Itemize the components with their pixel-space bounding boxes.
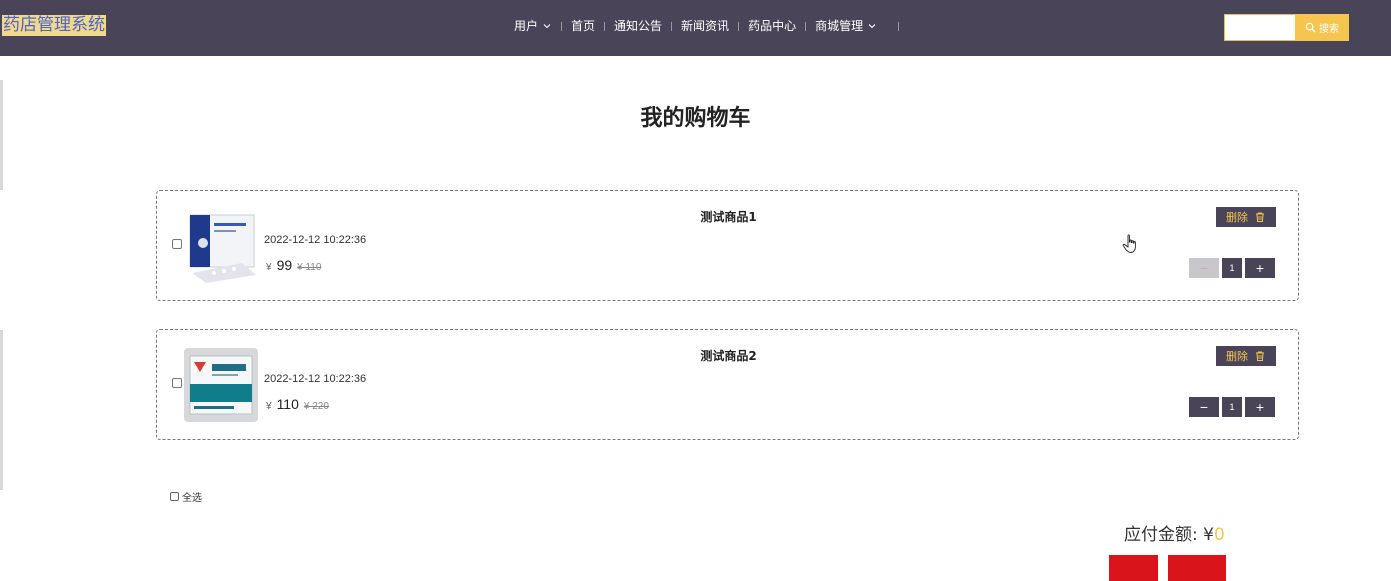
nav-item-medicine[interactable]: 药品中心 [739, 17, 805, 35]
item-old-price: ¥ 220 [303, 401, 329, 412]
item-time: 2022-12-12 10:22:36 [264, 373, 367, 385]
nav-item-label: 新闻资讯 [681, 19, 730, 33]
window-edge [0, 330, 3, 490]
chevron-down-icon [868, 24, 876, 29]
quantity-value: 1 [1222, 258, 1242, 278]
item-time: 2022-12-12 10:22:36 [264, 234, 367, 246]
delete-button[interactable]: 删除 [1216, 346, 1276, 366]
search-button[interactable]: 搜索 [1295, 14, 1349, 41]
item-old-price: ¥ 110 [297, 262, 322, 273]
quantity-stepper: − 1 + [1189, 258, 1275, 278]
nav-divider [898, 21, 900, 31]
item-price-group: ¥ 99 ¥ 110 [266, 257, 321, 273]
total-label: 应付金额: ¥ [1124, 525, 1214, 545]
delete-button[interactable]: 删除 [1216, 207, 1276, 227]
nav-item-label: 商城管理 [815, 19, 864, 33]
trash-icon [1256, 351, 1264, 361]
increase-button[interactable]: + [1245, 397, 1275, 417]
nav-item-shop-manage[interactable]: 商城管理 [806, 17, 886, 35]
nav-item-news[interactable]: 新闻资讯 [672, 17, 738, 35]
currency-symbol: ¥ [266, 401, 272, 412]
site-logo[interactable]: 药店管理系统 [2, 15, 106, 36]
top-navbar: 药店管理系统 用户 首页 通知公告 新闻资讯 药品中心 商城管理 搜索 [0, 0, 1391, 56]
select-all[interactable]: 全选 [170, 489, 202, 504]
page-title: 我的购物车 [640, 106, 751, 131]
hand-cursor-icon [1122, 234, 1136, 253]
select-all-checkbox[interactable] [170, 492, 179, 501]
chevron-down-icon [543, 24, 551, 29]
decrease-button[interactable]: − [1189, 258, 1219, 278]
checkout-button[interactable] [1168, 555, 1226, 581]
nav-item-notice[interactable]: 通知公告 [605, 17, 671, 35]
main-nav: 用户 首页 通知公告 新闻资讯 药品中心 商城管理 [505, 17, 900, 35]
delete-selected-button[interactable] [1109, 555, 1158, 581]
search-icon [1305, 22, 1316, 33]
quantity-value: 1 [1222, 397, 1242, 417]
currency-symbol: ¥ [266, 262, 272, 273]
select-all-label: 全选 [182, 493, 202, 504]
delete-label: 删除 [1226, 350, 1248, 363]
total-amount: 应付金额: ¥0 [1124, 520, 1225, 545]
item-checkbox[interactable] [172, 378, 182, 388]
delete-label: 删除 [1226, 211, 1248, 224]
trash-icon [1256, 212, 1264, 222]
item-price: 99 [276, 257, 293, 273]
nav-item-label: 首页 [571, 19, 596, 33]
quantity-stepper: − 1 + [1189, 397, 1275, 417]
total-value: 0 [1213, 525, 1225, 545]
nav-item-label: 药品中心 [748, 19, 797, 33]
nav-item-label: 用户 [514, 19, 539, 33]
item-name[interactable]: 测试商品2 [157, 347, 1300, 364]
item-name[interactable]: 测试商品1 [157, 208, 1300, 225]
nav-item-home[interactable]: 首页 [562, 17, 604, 35]
item-checkbox[interactable] [172, 239, 182, 249]
window-edge [0, 80, 3, 190]
decrease-button[interactable]: − [1189, 397, 1219, 417]
cart-item: 测试商品2 2022-12-12 10:22:36 ¥ 110 ¥ 220 删除… [156, 329, 1299, 440]
item-price-group: ¥ 110 ¥ 220 [266, 396, 329, 412]
increase-button[interactable]: + [1245, 258, 1275, 278]
item-price: 110 [276, 396, 299, 412]
nav-item-user[interactable]: 用户 [505, 17, 561, 35]
nav-item-label: 通知公告 [614, 19, 663, 33]
search-button-label: 搜索 [1319, 24, 1339, 35]
search-input[interactable] [1224, 14, 1296, 41]
